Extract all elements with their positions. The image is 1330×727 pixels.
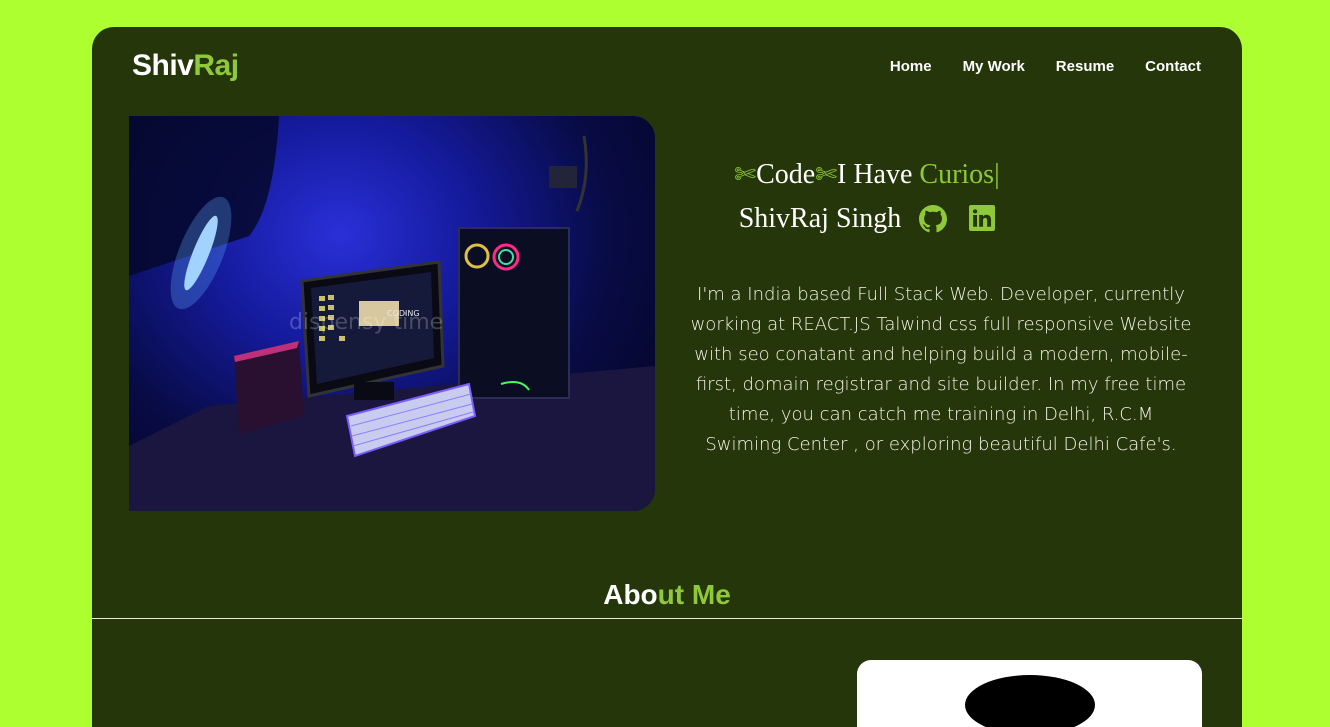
scissors-icon: ✄ xyxy=(734,160,757,189)
about-part1: Abo xyxy=(603,579,658,610)
github-icon[interactable] xyxy=(919,205,948,233)
logo-part1: Shiv xyxy=(132,49,194,82)
photo-watermark: dispensy time xyxy=(289,310,443,335)
hero-bio: I'm a India based Full Stack Web. Develo… xyxy=(690,284,1192,455)
typer-curios: Curios xyxy=(919,159,995,190)
name-row: ShivRaj Singh xyxy=(667,203,1067,235)
nav-home[interactable]: Home xyxy=(890,58,932,75)
nav-resume[interactable]: Resume xyxy=(1056,58,1114,75)
about-part2: ut Me xyxy=(657,579,731,610)
hero-photo: CODING dispensy time xyxy=(129,116,655,511)
about-image-card xyxy=(857,660,1202,727)
about-image xyxy=(965,675,1095,727)
scissors-icon: ✄ xyxy=(815,160,837,189)
typer-code: Code xyxy=(756,159,816,190)
logo-part2: Raj xyxy=(193,49,239,82)
nav-contact[interactable]: Contact xyxy=(1145,58,1201,75)
site-logo[interactable]: ShivRaj xyxy=(132,49,239,83)
section-divider xyxy=(92,618,1242,619)
hero-name: ShivRaj Singh xyxy=(738,203,902,234)
linkedin-icon[interactable] xyxy=(969,205,996,233)
hero-section: ✄Code✄I Have Curios| ShivRaj Singh xyxy=(667,159,1067,235)
social-links xyxy=(919,205,996,233)
about-heading: About Me xyxy=(92,579,1242,611)
nav-my-work[interactable]: My Work xyxy=(963,58,1025,75)
typing-text: ✄Code✄I Have Curios| xyxy=(667,159,1067,195)
typer-have: I Have xyxy=(837,159,920,190)
main-nav: Home My Work Resume Contact xyxy=(890,58,1201,75)
typing-cursor: | xyxy=(994,159,1000,190)
main-card: ShivRaj Home My Work Resume Contact CODI… xyxy=(92,27,1242,727)
